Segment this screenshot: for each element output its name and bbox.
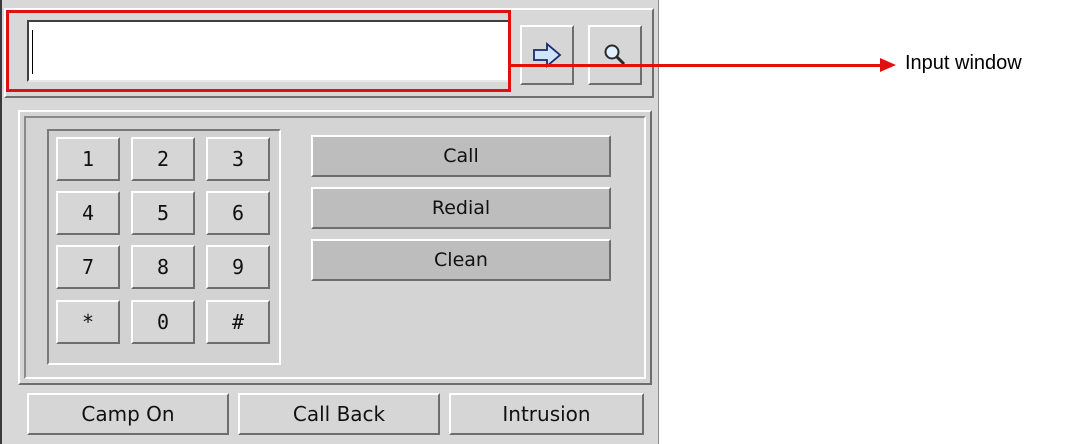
- callout-label: Input window: [905, 52, 1022, 74]
- key-5[interactable]: 5: [131, 191, 195, 235]
- key-4[interactable]: 4: [56, 191, 120, 235]
- key-6[interactable]: 6: [206, 191, 270, 235]
- key-star[interactable]: *: [56, 300, 120, 344]
- redial-button[interactable]: Redial: [311, 187, 611, 229]
- call-button[interactable]: Call: [311, 135, 611, 177]
- go-button[interactable]: [520, 25, 574, 85]
- intrusion-button[interactable]: Intrusion: [449, 393, 644, 435]
- number-input[interactable]: [27, 20, 510, 82]
- key-2[interactable]: 2: [131, 137, 195, 181]
- text-cursor: [32, 30, 33, 74]
- camp-on-button[interactable]: Camp On: [27, 393, 229, 435]
- callout-line: [511, 64, 884, 67]
- key-8[interactable]: 8: [131, 245, 195, 289]
- key-1[interactable]: 1: [56, 137, 120, 181]
- call-back-button[interactable]: Call Back: [238, 393, 440, 435]
- key-7[interactable]: 7: [56, 245, 120, 289]
- key-3[interactable]: 3: [206, 137, 270, 181]
- search-button[interactable]: [588, 25, 642, 85]
- clean-button[interactable]: Clean: [311, 239, 611, 281]
- key-9[interactable]: 9: [206, 245, 270, 289]
- callout-arrowhead: [880, 58, 896, 72]
- key-hash[interactable]: #: [206, 300, 270, 344]
- key-0[interactable]: 0: [131, 300, 195, 344]
